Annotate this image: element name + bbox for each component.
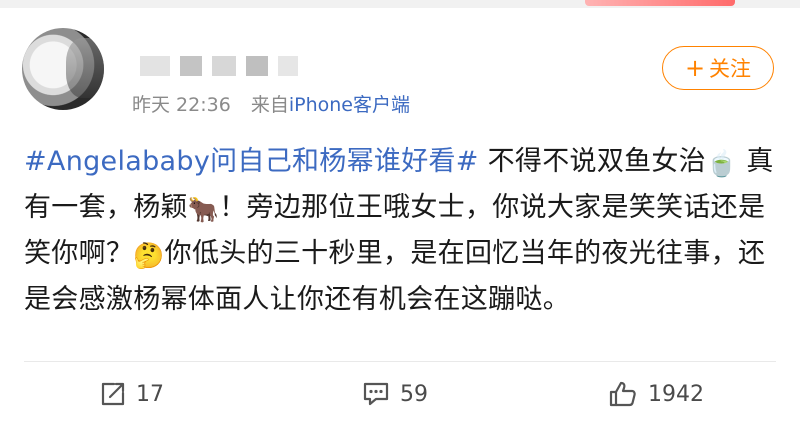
post-text-segment: 不得不说双鱼女治 — [478, 146, 707, 177]
avatar-image-detail — [66, 38, 104, 98]
follow-button[interactable]: + 关注 — [662, 46, 774, 90]
like-button[interactable]: 1942 — [608, 374, 704, 414]
hashtag-link[interactable]: #Angelababy问自己和杨幂谁好看# — [24, 146, 479, 177]
top-strip-accent — [585, 0, 735, 6]
post-meta: 昨天 22:36 来自iPhone客户端 — [132, 90, 410, 117]
username-blur-block — [246, 56, 268, 76]
repost-button[interactable]: 17 — [100, 374, 164, 414]
plus-icon: + — [684, 54, 706, 82]
repost-icon — [101, 382, 125, 406]
cow-emoji-icon: 🐂 — [187, 195, 220, 224]
like-count: 1942 — [648, 381, 704, 407]
top-strip — [0, 0, 800, 8]
tea-emoji-icon: 🍵 — [706, 149, 738, 178]
repost-count: 17 — [136, 381, 164, 407]
username-blur-block — [278, 56, 298, 76]
follow-label: 关注 — [709, 57, 752, 81]
post-timestamp: 昨天 22:36 — [132, 94, 231, 116]
comment-count: 59 — [400, 381, 428, 407]
action-bar-divider — [24, 361, 776, 362]
avatar[interactable] — [22, 28, 104, 110]
thinking-emoji-icon: 🤔 — [133, 241, 165, 270]
comment-button[interactable]: 59 — [362, 374, 428, 414]
comment-icon — [363, 382, 389, 406]
post-source-prefix: 来自 — [250, 94, 289, 116]
username-blurred[interactable] — [128, 48, 298, 82]
post-content: #Angelababy问自己和杨幂谁好看# 不得不说双鱼女治🍵 真有一套，杨颖🐂… — [24, 140, 784, 322]
username-blur-block — [140, 56, 170, 76]
username-blur-block — [180, 56, 202, 76]
thumbs-up-icon — [609, 381, 636, 407]
post-source-link[interactable]: iPhone客户端 — [289, 94, 410, 116]
username-blur-block — [212, 56, 236, 76]
